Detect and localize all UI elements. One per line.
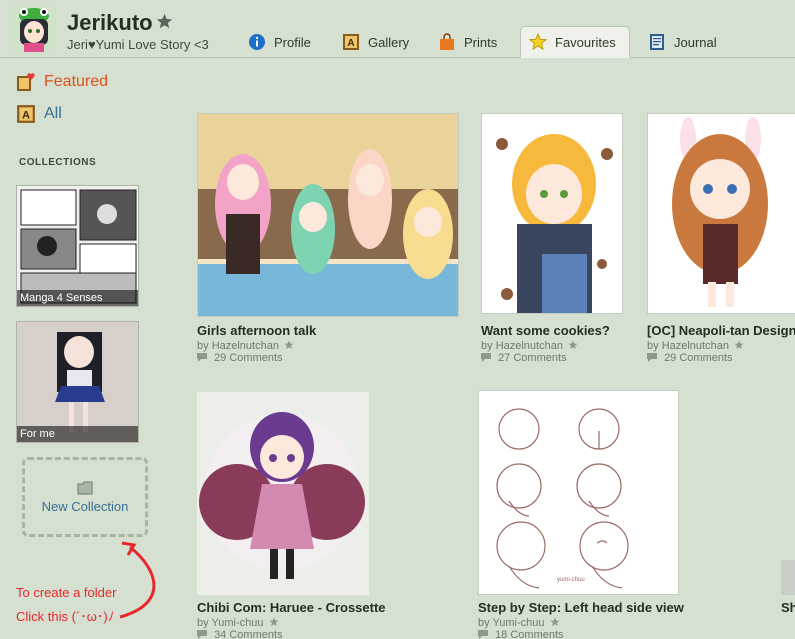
deviation-comments[interactable]: 18 Comments bbox=[478, 629, 564, 639]
deviation-comments[interactable]: 29 Comments bbox=[197, 352, 283, 364]
favourites-star-icon bbox=[529, 33, 547, 51]
comment-icon bbox=[481, 353, 491, 362]
collection-for-me[interactable]: For me bbox=[16, 321, 139, 443]
tab-prints-label: Prints bbox=[464, 34, 498, 50]
svg-text:A: A bbox=[347, 38, 354, 49]
tab-favourites[interactable]: Favourites bbox=[520, 26, 630, 58]
deviation-byline: by Hazelnutchan bbox=[647, 340, 744, 352]
comment-icon bbox=[647, 353, 657, 362]
collection-label: Manga 4 Senses bbox=[17, 290, 138, 306]
tab-journal[interactable]: Journal bbox=[640, 26, 725, 58]
deviation-byline: by Hazelnutchan bbox=[481, 340, 578, 352]
tab-gallery[interactable]: A Gallery bbox=[334, 26, 417, 58]
byline-prefix: by bbox=[197, 617, 209, 629]
deviation-thumbnail[interactable] bbox=[197, 113, 459, 317]
journal-icon bbox=[650, 34, 664, 50]
byline-prefix: by bbox=[478, 617, 490, 629]
comment-icon bbox=[197, 353, 207, 362]
deviation-byline: by Hazelnutchan bbox=[197, 340, 294, 352]
byline-prefix: by bbox=[647, 340, 659, 352]
comment-icon bbox=[478, 630, 488, 639]
deviation-thumbnail[interactable] bbox=[197, 392, 369, 595]
byline-prefix: by bbox=[481, 340, 493, 352]
svg-text:A: A bbox=[22, 109, 30, 121]
deviation-comments[interactable]: 34 Comments bbox=[197, 629, 283, 639]
deviation-thumbnail[interactable] bbox=[781, 560, 795, 595]
comment-count: 29 Comments bbox=[664, 352, 733, 364]
deviation-thumbnail[interactable] bbox=[481, 113, 623, 314]
deviation-author[interactable]: Yumi-chuu bbox=[492, 617, 544, 629]
deviation-byline: by Yumi-chuu bbox=[478, 617, 560, 629]
featured-link[interactable]: Featured bbox=[16, 72, 108, 92]
deviation-author[interactable]: Yumi-chuu bbox=[211, 617, 263, 629]
username[interactable]: Jerikuto bbox=[67, 10, 153, 36]
info-icon bbox=[249, 34, 265, 50]
hint-text-line1: To create a folder bbox=[16, 585, 117, 600]
deviation-comments[interactable]: 27 Comments bbox=[481, 352, 567, 364]
collection-label: For me bbox=[17, 426, 138, 442]
new-collection-label: New Collection bbox=[41, 498, 129, 514]
deviation-author[interactable]: Hazelnutchan bbox=[662, 340, 729, 352]
tab-profile-label: Profile bbox=[274, 34, 311, 50]
author-star-icon bbox=[568, 340, 578, 349]
author-star-icon bbox=[269, 617, 279, 626]
all-label: All bbox=[44, 105, 62, 122]
svg-text:yumi-chuu: yumi-chuu bbox=[557, 577, 585, 583]
deviation-thumbnail[interactable] bbox=[647, 113, 795, 314]
hint-text-line2: Click this (´･ω･)ﾉ bbox=[16, 609, 115, 624]
deviation-title[interactable]: [OC] Neapoli-tan Design bbox=[647, 323, 795, 338]
deviation-comments[interactable]: 29 Comments bbox=[647, 352, 733, 364]
tab-profile[interactable]: Profile bbox=[240, 26, 319, 58]
deviation-title[interactable]: Girls afternoon talk bbox=[197, 323, 316, 338]
featured-label: Featured bbox=[44, 73, 109, 90]
byline-prefix: by bbox=[197, 340, 209, 352]
deviation-title[interactable]: Want some cookies? bbox=[481, 323, 610, 338]
comment-count: 34 Comments bbox=[214, 629, 283, 639]
comment-count: 18 Comments bbox=[495, 629, 564, 639]
folder-icon bbox=[77, 481, 93, 494]
deviation-title[interactable]: Step by Step: Left head side view bbox=[478, 600, 684, 615]
tab-favourites-label: Favourites bbox=[555, 34, 616, 50]
collection-thumbnail bbox=[17, 322, 138, 442]
all-link[interactable]: A All bbox=[16, 104, 62, 124]
author-star-icon bbox=[734, 340, 744, 349]
comment-count: 29 Comments bbox=[214, 352, 283, 364]
tab-prints[interactable]: Prints bbox=[430, 26, 505, 58]
prints-bag-icon bbox=[440, 33, 454, 50]
star-icon bbox=[156, 13, 173, 29]
collection-thumbnail bbox=[17, 186, 138, 306]
collection-manga-4-senses[interactable]: Manga 4 Senses bbox=[16, 185, 139, 307]
comment-count: 27 Comments bbox=[498, 352, 567, 364]
deviation-title[interactable]: Chibi Com: Haruee - Crossette bbox=[197, 600, 386, 615]
all-gallery-icon: A bbox=[17, 105, 35, 123]
tab-gallery-label: Gallery bbox=[368, 34, 410, 50]
comment-icon bbox=[197, 630, 207, 639]
author-star-icon bbox=[284, 340, 294, 349]
author-star-icon bbox=[550, 617, 560, 626]
deviation-title[interactable]: Sh bbox=[781, 600, 795, 615]
featured-heart-icon bbox=[17, 73, 35, 91]
deviation-author[interactable]: Hazelnutchan bbox=[212, 340, 279, 352]
gallery-icon: A bbox=[343, 34, 359, 50]
profile-header: Jerikuto Jeri♥Yumi Love Story <3 Profile… bbox=[0, 0, 795, 58]
tab-journal-label: Journal bbox=[674, 34, 717, 50]
new-collection-button[interactable]: New Collection bbox=[22, 457, 148, 537]
profile-tagline: Jeri♥Yumi Love Story <3 bbox=[67, 37, 209, 52]
deviation-byline: by Yumi-chuu bbox=[197, 617, 279, 629]
deviation-thumbnail[interactable]: yumi-chuu bbox=[478, 390, 679, 595]
avatar[interactable] bbox=[12, 6, 56, 52]
collections-heading: COLLECTIONS bbox=[19, 157, 97, 168]
deviation-author[interactable]: Hazelnutchan bbox=[496, 340, 563, 352]
